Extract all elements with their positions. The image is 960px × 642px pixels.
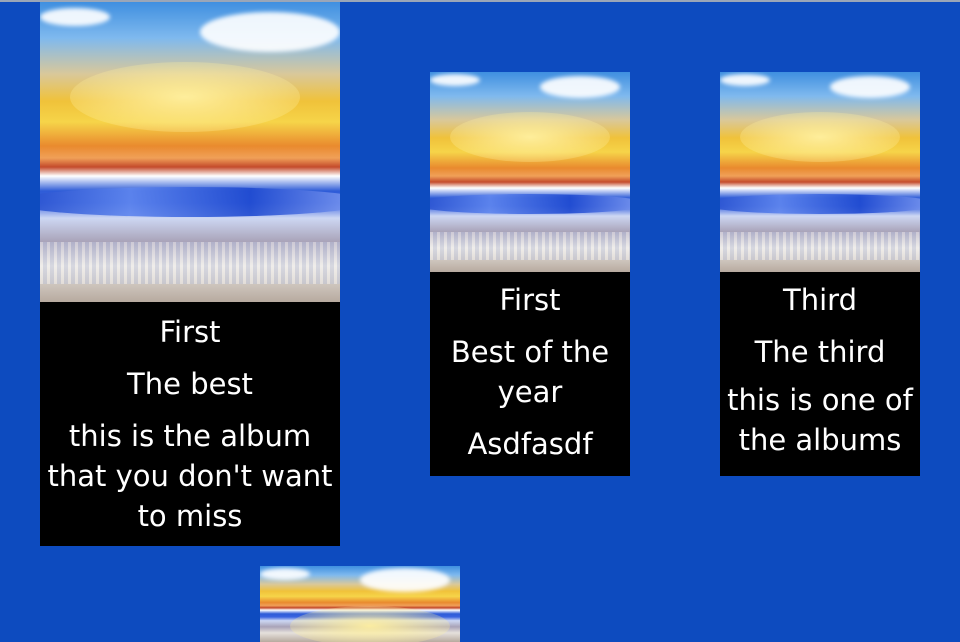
sun-glow — [290, 606, 450, 642]
album-info-panel: Third The third this is one of the album… — [720, 272, 920, 476]
album-subtitle: The best — [127, 367, 253, 401]
cloud-decoration — [260, 568, 310, 580]
album-card-2[interactable]: First Best of the year Asdfasdf — [430, 72, 630, 476]
cloud-decoration — [200, 12, 340, 52]
cloud-decoration — [40, 8, 110, 26]
cloud-decoration — [540, 76, 620, 98]
album-title: First — [499, 283, 561, 317]
cloud-decoration — [430, 74, 480, 86]
sun-glow — [740, 112, 900, 162]
foam-decoration — [430, 232, 630, 260]
album-info-panel: First The best this is the album that yo… — [40, 302, 340, 546]
album-subtitle: The third — [754, 335, 886, 369]
album-card-4[interactable] — [260, 566, 460, 642]
foam-decoration — [720, 232, 920, 260]
foam-decoration — [40, 242, 340, 284]
album-title: First — [159, 315, 221, 349]
album-cover-image[interactable] — [40, 2, 340, 302]
album-card-1[interactable]: First The best this is the album that yo… — [40, 2, 340, 546]
wave-decoration — [720, 194, 920, 214]
album-cover-image[interactable] — [260, 566, 460, 642]
wave-decoration — [430, 194, 630, 214]
album-cover-image[interactable] — [720, 72, 920, 272]
sun-glow — [450, 112, 610, 162]
album-subtitle: Best of the year — [450, 335, 610, 409]
sun-glow — [70, 62, 300, 132]
album-cover-image[interactable] — [430, 72, 630, 272]
album-card-3[interactable]: Third The third this is one of the album… — [720, 72, 920, 476]
album-info-panel: First Best of the year Asdfasdf — [430, 272, 630, 476]
cloud-decoration — [360, 568, 450, 592]
album-description: this is one of the albums — [727, 383, 913, 457]
cloud-decoration — [830, 76, 910, 98]
album-description: Asdfasdf — [467, 427, 593, 461]
cloud-decoration — [720, 74, 770, 86]
album-description: this is the album that you don't want to… — [47, 419, 333, 533]
album-title: Third — [783, 283, 857, 317]
wave-decoration — [40, 187, 340, 217]
